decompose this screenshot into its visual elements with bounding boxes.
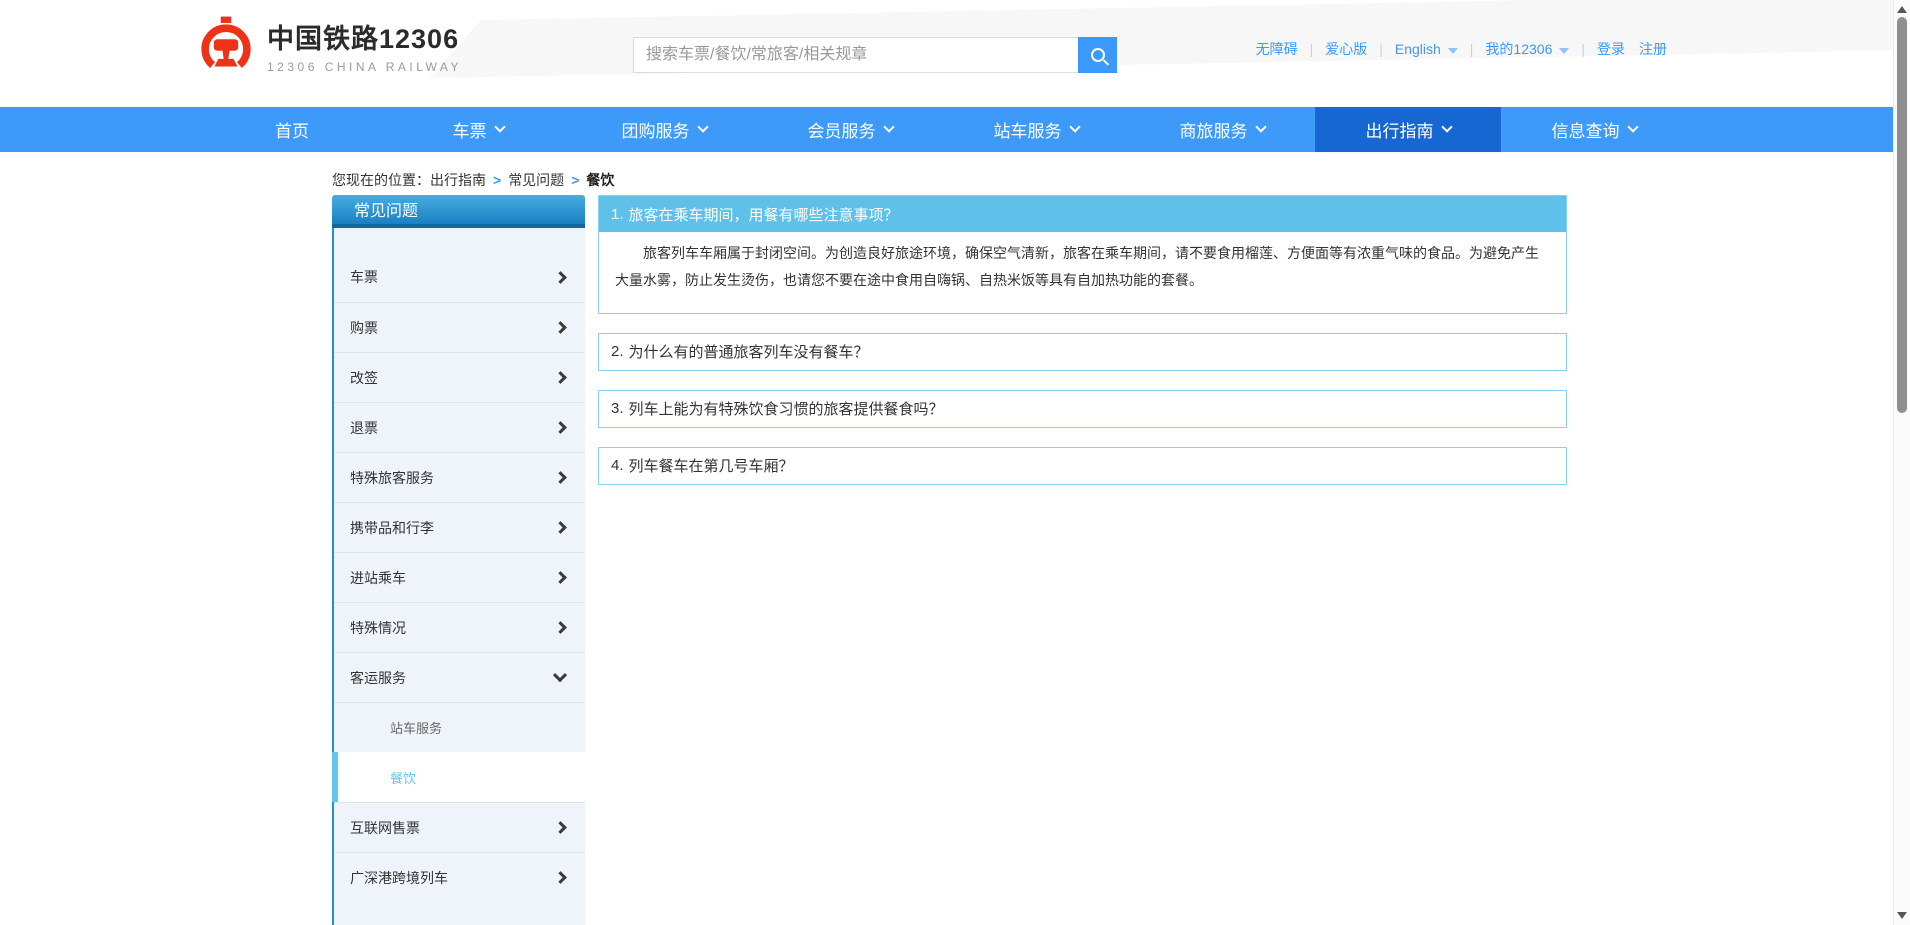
- chevron-down-icon: [697, 121, 708, 132]
- faq-title: 列车上能为有特殊饮食习惯的旅客提供餐食吗？: [629, 398, 944, 419]
- scrollbar-thumb[interactable]: [1897, 17, 1907, 413]
- faq-question-2[interactable]: 2. 为什么有的普通旅客列车没有餐车？: [599, 334, 1566, 370]
- nav-item-home[interactable]: 首页: [199, 107, 385, 152]
- breadcrumb-travel-guide[interactable]: 出行指南: [430, 170, 486, 190]
- faq-question-1[interactable]: 1. 旅客在乘车期间，用餐有哪些注意事项？: [599, 196, 1566, 232]
- search-bar: [633, 37, 1117, 73]
- faq-number: 4.: [611, 457, 624, 474]
- vertical-scrollbar[interactable]: [1893, 0, 1910, 925]
- faq-title: 为什么有的普通旅客列车没有餐车？: [629, 341, 869, 362]
- search-icon: [1091, 48, 1105, 62]
- nav-item-travel-guide[interactable]: 出行指南: [1315, 107, 1501, 152]
- chevron-down-icon: [494, 121, 505, 132]
- breadcrumb: 您现在的位置： 出行指南 > 常见问题 > 餐饮: [332, 165, 1910, 195]
- language-select[interactable]: English: [1395, 41, 1458, 57]
- breadcrumb-faq[interactable]: 常见问题: [508, 170, 564, 190]
- chevron-right-icon: [554, 471, 567, 484]
- sidebar-title: 常见问题: [332, 195, 585, 228]
- faq-title: 旅客在乘车期间，用餐有哪些注意事项？: [629, 204, 899, 225]
- nav-item-info-query[interactable]: 信息查询: [1501, 107, 1687, 152]
- sidebar-item-passenger-services-expanded[interactable]: 客运服务: [334, 652, 585, 702]
- chevron-right-icon: [554, 571, 567, 584]
- chevron-down-icon: [1627, 121, 1638, 132]
- scroll-down-arrow-icon[interactable]: [1897, 912, 1907, 919]
- page: 中国铁路12306 12306 CHINA RAILWAY 无障碍 | 爱心版 …: [0, 0, 1910, 925]
- chevron-right-icon: [554, 871, 567, 884]
- nav-item-group-services[interactable]: 团购服务: [571, 107, 757, 152]
- sidebar-item-internet-ticketing[interactable]: 互联网售票: [334, 802, 585, 852]
- register-link[interactable]: 注册: [1639, 39, 1667, 59]
- link-divider: |: [1470, 41, 1474, 57]
- faq-answer-1: 旅客列车车厢属于封闭空间。为创造良好旅途环境，确保空气清新，旅客在乘车期间，请不…: [599, 232, 1566, 313]
- faq-question-4[interactable]: 4. 列车餐车在第几号车厢？: [599, 448, 1566, 484]
- utility-links: 无障碍 | 爱心版 | English | 我的12306 | 登录 注册: [1256, 39, 1667, 59]
- main-nav: 首页 车票 团购服务 会员服务 站车服务 商旅服务 出行指南 信息查询: [0, 107, 1910, 152]
- chevron-right-icon: [554, 521, 567, 534]
- chevron-right-icon: [554, 621, 567, 634]
- content-area: 常见问题 车票 购票 改签 退票 特: [332, 195, 1910, 925]
- chevron-right-icon: [554, 821, 567, 834]
- link-divider: |: [1581, 41, 1585, 57]
- breadcrumb-separator: >: [493, 172, 501, 188]
- faq-item-2: 2. 为什么有的普通旅客列车没有餐车？: [598, 333, 1567, 371]
- faq-item-4: 4. 列车餐车在第几号车厢？: [598, 447, 1567, 485]
- chevron-right-icon: [554, 421, 567, 434]
- nav-item-member-services[interactable]: 会员服务: [757, 107, 943, 152]
- sidebar-item-ticket-purchase[interactable]: 购票: [334, 302, 585, 352]
- breadcrumb-prefix: 您现在的位置：: [332, 170, 430, 190]
- sidebar-item-tickets[interactable]: 车票: [334, 252, 585, 302]
- sidebar-item-special-situations[interactable]: 特殊情况: [334, 602, 585, 652]
- chevron-down-icon: [1559, 48, 1569, 54]
- sidebar-item-station-boarding[interactable]: 进站乘车: [334, 552, 585, 602]
- sidebar-item-rebooking[interactable]: 改签: [334, 352, 585, 402]
- accessibility-link[interactable]: 无障碍: [1256, 39, 1298, 59]
- chevron-down-icon: [1441, 121, 1452, 132]
- sidebar-item-refund[interactable]: 退票: [334, 402, 585, 452]
- faq-title: 列车餐车在第几号车厢？: [629, 455, 794, 476]
- nav-item-tickets[interactable]: 车票: [385, 107, 571, 152]
- faq-number: 1.: [611, 206, 624, 223]
- chevron-down-icon: [883, 121, 894, 132]
- faq-question-3[interactable]: 3. 列车上能为有特殊饮食习惯的旅客提供餐食吗？: [599, 391, 1566, 427]
- link-divider: |: [1310, 41, 1314, 57]
- search-button[interactable]: [1078, 37, 1117, 73]
- link-divider: |: [1379, 41, 1383, 57]
- chevron-down-icon: [1255, 121, 1266, 132]
- logo-text: 中国铁路12306 12306 CHINA RAILWAY: [267, 17, 462, 74]
- sidebar-subitem-dining-active[interactable]: 餐饮: [332, 752, 585, 802]
- faq-sidebar: 常见问题 车票 购票 改签 退票 特: [332, 195, 585, 925]
- scroll-up-arrow-icon[interactable]: [1897, 6, 1907, 13]
- sidebar-item-carried-items-luggage[interactable]: 携带品和行李: [334, 502, 585, 552]
- faq-main: 1. 旅客在乘车期间，用餐有哪些注意事项？ 旅客列车车厢属于封闭空间。为创造良好…: [598, 195, 1567, 504]
- chevron-right-icon: [554, 371, 567, 384]
- nav-item-station-train-services[interactable]: 站车服务: [943, 107, 1129, 152]
- chevron-down-icon: [553, 668, 567, 682]
- nav-item-business-travel[interactable]: 商旅服务: [1129, 107, 1315, 152]
- sidebar-subitem-station-train-services[interactable]: 站车服务: [334, 702, 585, 752]
- my-12306-menu[interactable]: 我的12306: [1485, 39, 1569, 59]
- logo-subtitle: 12306 CHINA RAILWAY: [267, 60, 462, 74]
- site-header: 中国铁路12306 12306 CHINA RAILWAY 无障碍 | 爱心版 …: [0, 0, 1910, 107]
- care-version-link[interactable]: 爱心版: [1325, 39, 1367, 59]
- faq-item-1: 1. 旅客在乘车期间，用餐有哪些注意事项？ 旅客列车车厢属于封闭空间。为创造良好…: [598, 195, 1567, 314]
- sidebar-item-gz-sz-hk-cross-border-trains[interactable]: 广深港跨境列车: [334, 852, 585, 902]
- faq-number: 3.: [611, 400, 624, 417]
- faq-item-3: 3. 列车上能为有特殊饮食习惯的旅客提供餐食吗？: [598, 390, 1567, 428]
- breadcrumb-current-dining: 餐饮: [586, 170, 614, 190]
- chevron-right-icon: [554, 321, 567, 334]
- chevron-down-icon: [1069, 121, 1080, 132]
- sidebar-item-special-passenger-services[interactable]: 特殊旅客服务: [334, 452, 585, 502]
- site-logo[interactable]: 中国铁路12306 12306 CHINA RAILWAY: [197, 16, 462, 74]
- china-railway-logo-icon: [197, 16, 255, 74]
- sidebar-list: 车票 购票 改签 退票 特殊旅客服务: [332, 228, 585, 925]
- breadcrumb-separator: >: [571, 172, 579, 188]
- chevron-down-icon: [1448, 48, 1458, 54]
- chevron-right-icon: [554, 271, 567, 284]
- login-link[interactable]: 登录: [1597, 39, 1625, 59]
- logo-title: 中国铁路12306: [267, 17, 462, 56]
- faq-number: 2.: [611, 343, 624, 360]
- search-input[interactable]: [633, 37, 1078, 73]
